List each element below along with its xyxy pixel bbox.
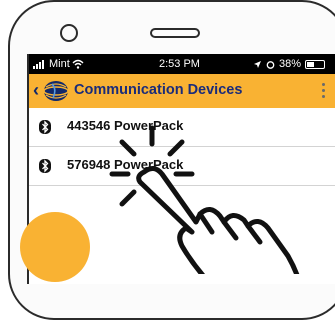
signal-icon	[33, 59, 44, 69]
status-time: 2:53 PM	[159, 58, 200, 70]
kebab-menu-icon[interactable]	[322, 83, 325, 98]
battery-fill	[307, 61, 314, 67]
status-left: Mint	[33, 54, 84, 74]
speaker-grille	[150, 28, 200, 38]
carrier-label: Mint	[49, 58, 70, 70]
app-header: ‹ Communication Devices	[29, 74, 335, 108]
page-title: Communication Devices	[74, 82, 243, 98]
chevron-left-icon[interactable]: ‹	[33, 80, 39, 101]
alarm-icon	[266, 60, 275, 69]
battery-percent: 38%	[278, 58, 301, 70]
battery-icon	[305, 59, 325, 69]
front-camera	[60, 24, 78, 42]
globe-logo	[43, 81, 69, 101]
wifi-icon	[72, 59, 84, 69]
location-arrow-icon	[253, 60, 261, 68]
status-bar: Mint 2:53 PM 38%	[29, 54, 335, 74]
bluetooth-icon	[39, 159, 51, 173]
status-right: 38%	[253, 54, 325, 74]
action-button-partial[interactable]	[20, 212, 90, 282]
bluetooth-icon	[39, 120, 51, 134]
tap-hand-icon	[109, 125, 300, 274]
